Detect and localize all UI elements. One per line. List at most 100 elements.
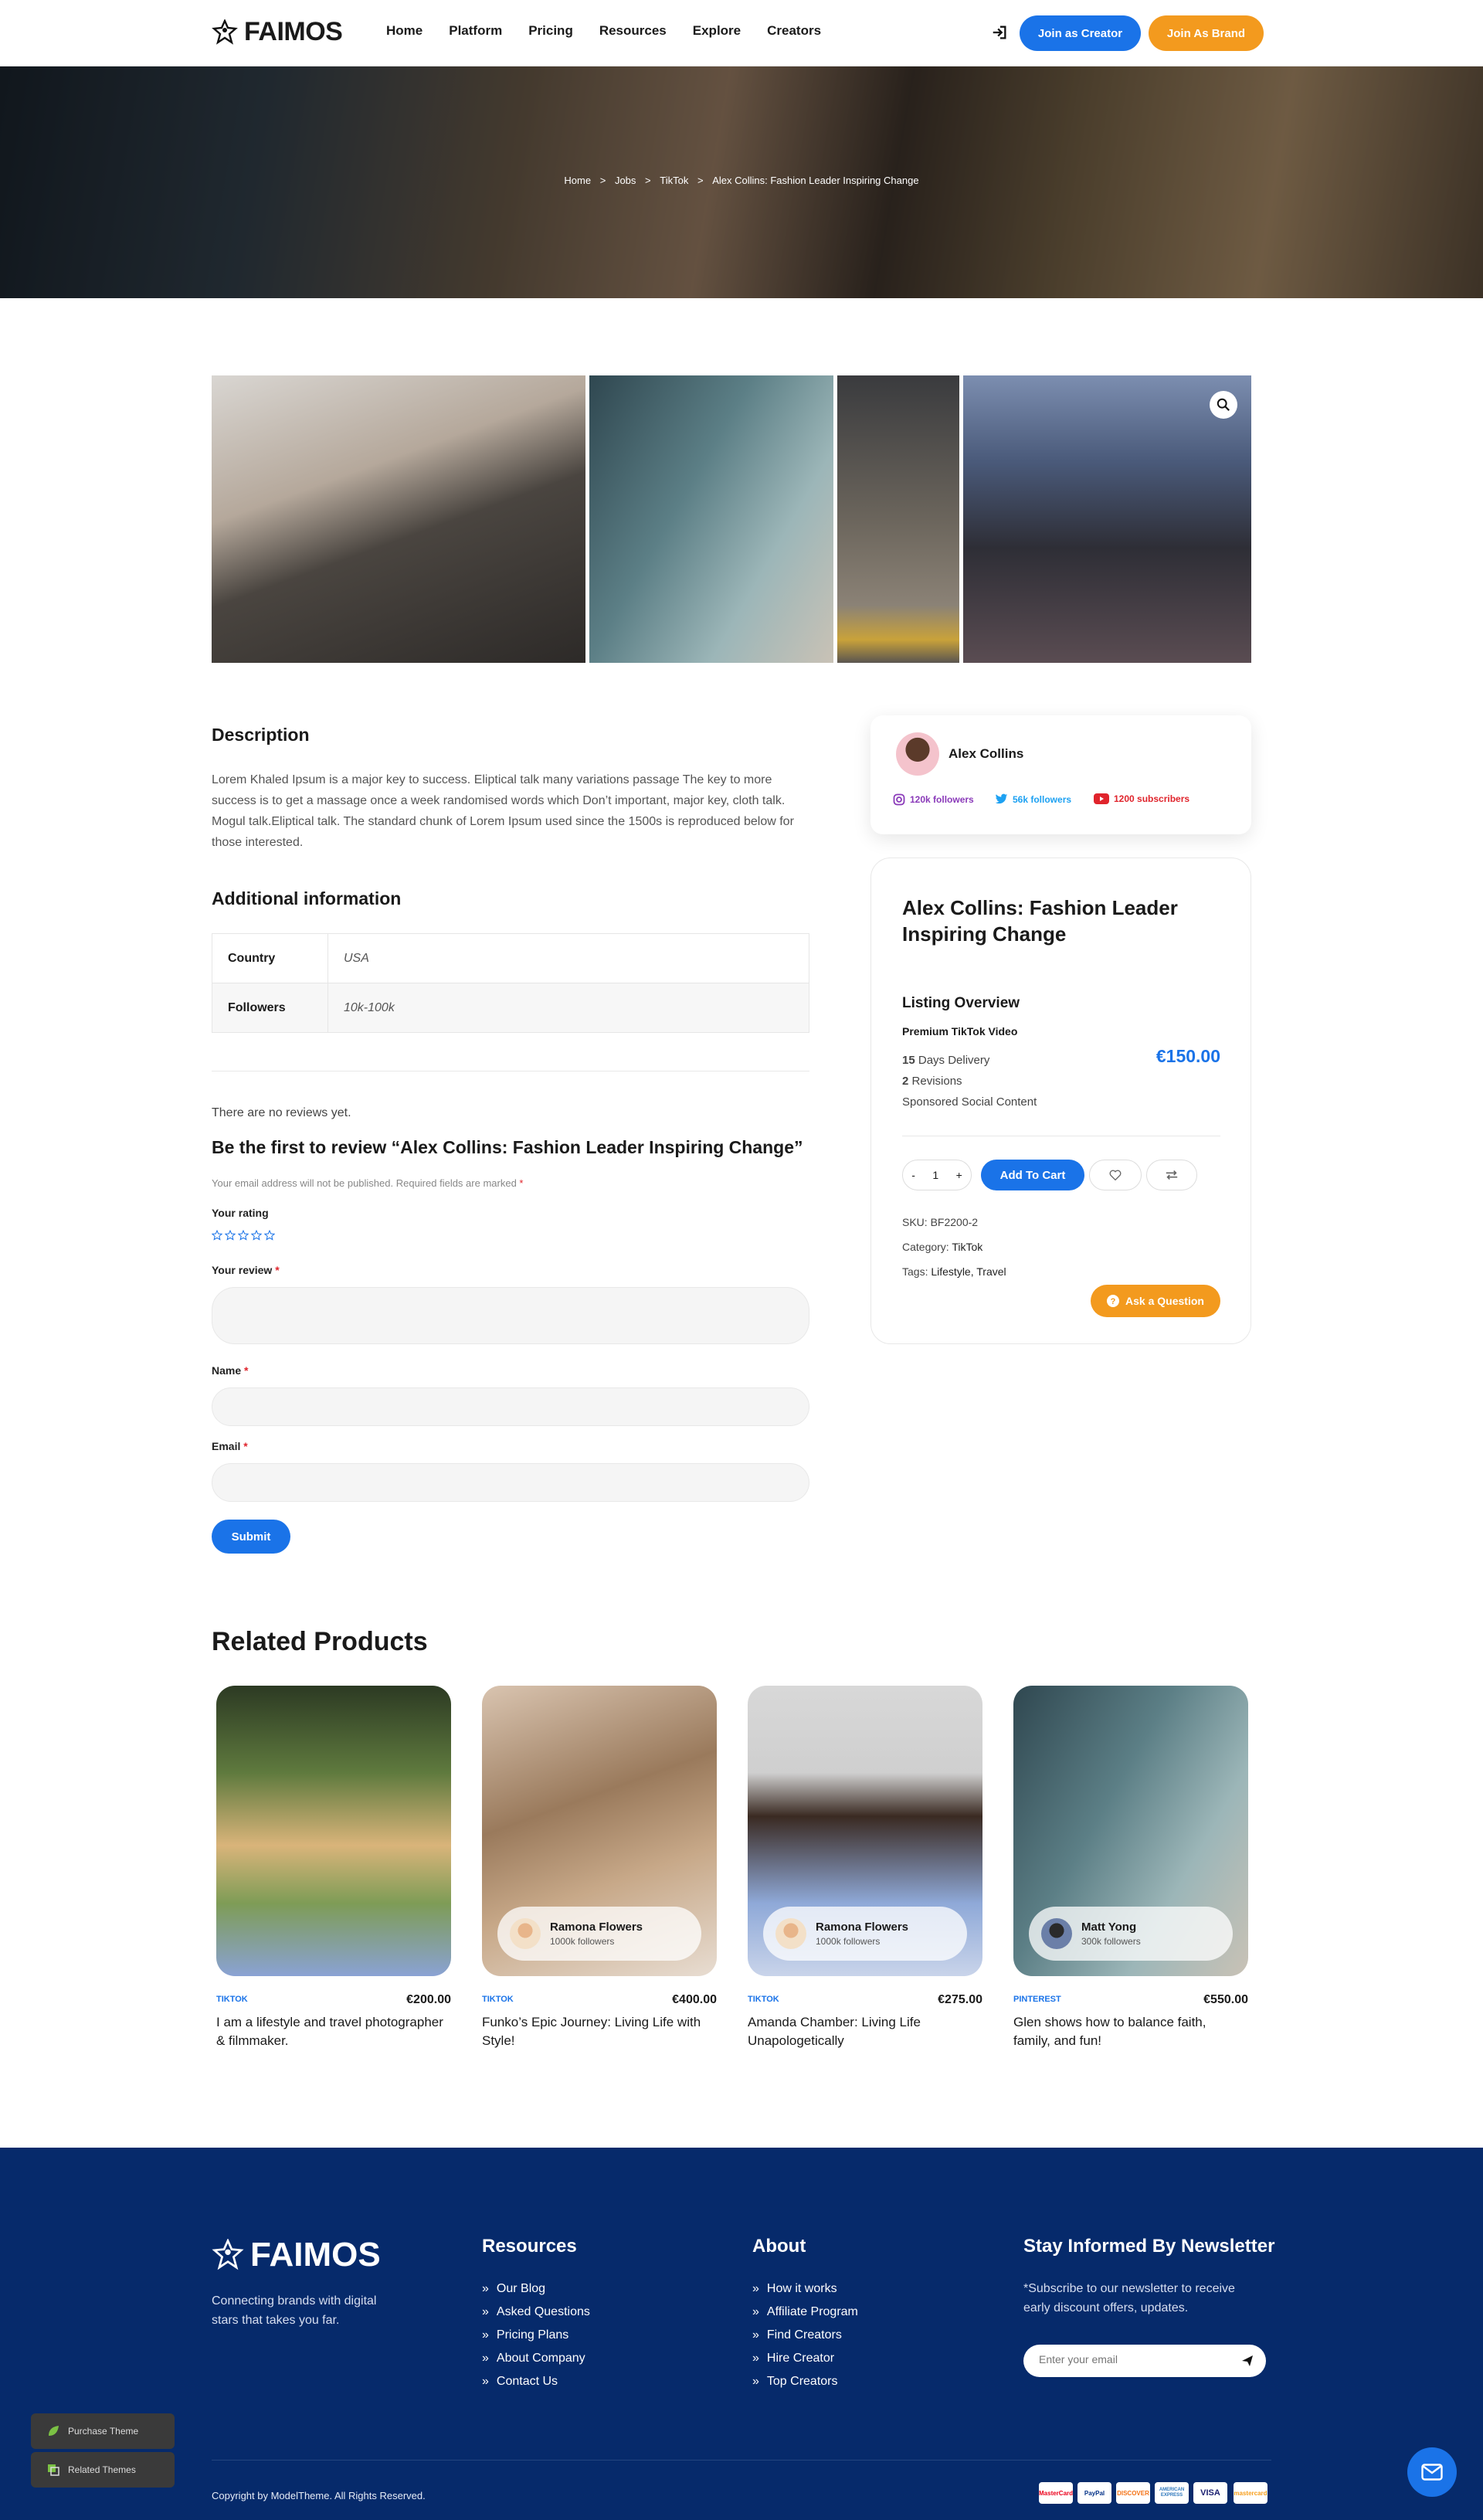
breadcrumb-tiktok[interactable]: TikTok [660, 175, 688, 186]
email-input[interactable] [212, 1463, 809, 1502]
tags-links[interactable]: Lifestyle, Travel [931, 1265, 1006, 1278]
related-themes-label: Related Themes [68, 2464, 136, 2475]
category-link[interactable]: TikTok [952, 1241, 982, 1253]
chat-button[interactable] [1407, 2447, 1457, 2497]
star-icon[interactable] [238, 1230, 249, 1241]
breadcrumb-jobs[interactable]: Jobs [615, 175, 636, 186]
star-icon[interactable] [251, 1230, 262, 1241]
quantity-stepper[interactable]: - 1 + [902, 1160, 972, 1190]
submit-button[interactable]: Submit [212, 1520, 290, 1554]
related-themes-button[interactable]: Related Themes [31, 2452, 175, 2488]
gallery-image-1[interactable] [212, 375, 585, 663]
divider [212, 1071, 809, 1072]
product-creator-badge[interactable]: Ramona Flowers 1000k followers [497, 1907, 701, 1961]
youtube-subscribers: 1200 subscribers [1114, 793, 1190, 804]
join-as-brand-button[interactable]: Join As Brand [1149, 15, 1264, 51]
footer-link-our-blog[interactable]: » Our Blog [482, 2282, 545, 2296]
star-icon[interactable] [264, 1230, 275, 1241]
description-heading: Description [212, 725, 310, 745]
nav-platform[interactable]: Platform [449, 23, 502, 39]
footer-link-affiliate-program[interactable]: » Affiliate Program [752, 2305, 858, 2319]
purchase-theme-label: Purchase Theme [68, 2426, 139, 2437]
instagram-stat[interactable]: 120k followers [893, 793, 974, 806]
payment-amex-icon: AMERICAN EXPRESS [1155, 2482, 1189, 2504]
table-row: Followers 10k-100k [212, 983, 809, 1033]
qty-value[interactable]: 1 [932, 1169, 938, 1181]
product-platform-tag[interactable]: TIKTOK [482, 1995, 514, 2004]
twitter-stat[interactable]: 56k followers [995, 793, 1071, 805]
star-icon[interactable] [225, 1230, 236, 1241]
product-platform-tag[interactable]: TIKTOK [216, 1995, 248, 2004]
newsletter-form [1023, 2345, 1266, 2377]
wishlist-button[interactable] [1089, 1160, 1142, 1190]
review-textarea[interactable] [212, 1287, 809, 1344]
footer-link-how-it-works[interactable]: » How it works [752, 2282, 837, 2296]
creator-followers: 1000k followers [816, 1936, 881, 1947]
gallery-image-3[interactable] [837, 375, 959, 663]
purchase-theme-button[interactable]: Purchase Theme [31, 2413, 175, 2449]
star-icon[interactable] [212, 1230, 222, 1241]
product-card-1-image[interactable] [216, 1686, 451, 1976]
newsletter-email-input[interactable] [1039, 2353, 1224, 2365]
footer-link-contact-us[interactable]: » Contact Us [482, 2375, 558, 2389]
copyright-text: Copyright by ModelTheme. All Rights Rese… [212, 2490, 426, 2501]
nav-explore[interactable]: Explore [693, 23, 741, 39]
site-logo[interactable]: FAIMOS [212, 17, 343, 47]
logo-text: FAIMOS [244, 17, 343, 46]
qty-plus-button[interactable]: + [956, 1169, 962, 1181]
nav-resources[interactable]: Resources [599, 23, 667, 39]
chevron-right-icon: » [482, 2328, 489, 2342]
review-note: Your email address will not be published… [212, 1177, 523, 1189]
product-title[interactable]: Amanda Chamber: Living Life Unapologetic… [748, 2013, 979, 2050]
revisions-info: 2 Revisions [902, 1075, 962, 1088]
email-label: Email * [212, 1440, 248, 1452]
compare-button[interactable] [1146, 1160, 1197, 1190]
category-info: Category: TikTok [902, 1241, 982, 1253]
nav-home[interactable]: Home [386, 23, 423, 39]
join-as-creator-button[interactable]: Join as Creator [1020, 15, 1141, 51]
nav-pricing[interactable]: Pricing [528, 23, 573, 39]
creator-name[interactable]: Alex Collins [949, 746, 1023, 762]
product-platform-tag[interactable]: PINTEREST [1013, 1995, 1061, 2004]
product-price: €275.00 [938, 1993, 982, 2006]
star-rating[interactable] [212, 1230, 277, 1245]
chevron-right-icon: » [482, 2352, 489, 2365]
product-title[interactable]: I am a lifestyle and travel photographer… [216, 2013, 448, 2050]
payment-mastercard-icon: mastercard [1234, 2482, 1268, 2504]
footer-link-top-creators[interactable]: » Top Creators [752, 2375, 838, 2389]
review-heading: Be the first to review “Alex Collins: Fa… [212, 1137, 803, 1157]
product-creator-badge[interactable]: Matt Yong 300k followers [1029, 1907, 1233, 1961]
product-creator-badge[interactable]: Ramona Flowers 1000k followers [763, 1907, 967, 1961]
footer-link-pricing-plans[interactable]: » Pricing Plans [482, 2328, 568, 2342]
name-input[interactable] [212, 1387, 809, 1426]
product-title[interactable]: Glen shows how to balance faith, family,… [1013, 2013, 1245, 2050]
send-icon[interactable] [1241, 2355, 1254, 2367]
youtube-stat[interactable]: 1200 subscribers [1094, 793, 1189, 804]
footer-link-asked-questions[interactable]: » Asked Questions [482, 2305, 590, 2319]
footer-link-label: Our Blog [496, 2282, 546, 2295]
mail-icon [1421, 2464, 1443, 2481]
breadcrumb-home[interactable]: Home [564, 175, 591, 186]
revisions-text: Revisions [911, 1075, 962, 1088]
nav-creators[interactable]: Creators [767, 23, 821, 39]
product-platform-tag[interactable]: TIKTOK [748, 1995, 779, 2004]
footer-link-about-company[interactable]: » About Company [482, 2352, 585, 2365]
footer-link-find-creators[interactable]: » Find Creators [752, 2328, 842, 2342]
ask-question-button[interactable]: ? Ask a Question [1091, 1285, 1220, 1317]
footer-logo[interactable]: FAIMOS [212, 2236, 381, 2274]
gallery-image-4[interactable] [963, 375, 1251, 663]
zoom-button[interactable] [1210, 391, 1237, 419]
login-icon[interactable] [991, 24, 1008, 41]
footer-link-hire-creator[interactable]: » Hire Creator [752, 2352, 834, 2365]
avatar[interactable] [896, 732, 939, 776]
site-header: FAIMOS Home Platform Pricing Resources E… [0, 0, 1483, 66]
creator-name: Ramona Flowers [816, 1921, 909, 1934]
ask-question-label: Ask a Question [1125, 1295, 1204, 1307]
tags-info: Tags: Lifestyle, Travel [902, 1265, 1006, 1278]
add-to-cart-button[interactable]: Add To Cart [981, 1160, 1084, 1190]
qty-minus-button[interactable]: - [911, 1169, 915, 1181]
category-label: Category: [902, 1241, 949, 1253]
product-title[interactable]: Funko’s Epic Journey: Living Life with S… [482, 2013, 714, 2050]
creator-name: Ramona Flowers [550, 1921, 643, 1934]
gallery-image-2[interactable] [589, 375, 833, 663]
